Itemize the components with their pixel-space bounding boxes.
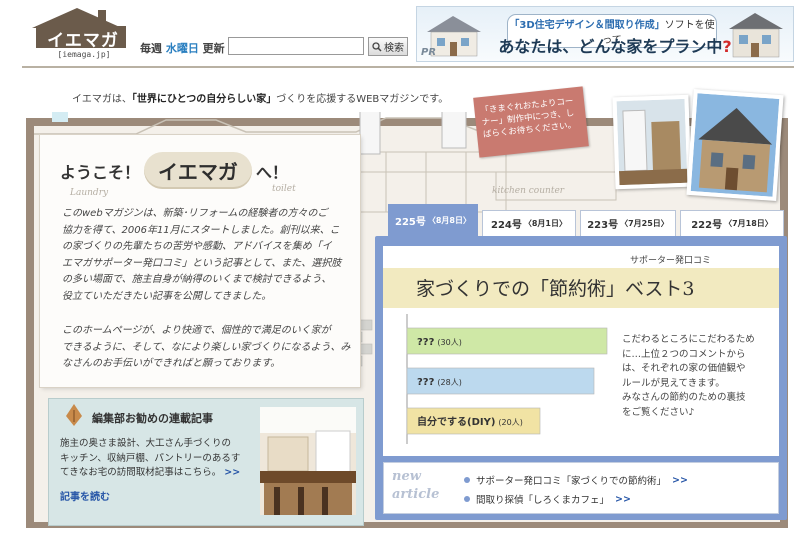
recommend-title: 編集部お勧めの連載記事 [92,412,213,425]
bar-category: ??? [417,337,435,348]
chart-bar-label: ??? (30人) [417,337,462,348]
site-header: イエマガ [iemaga.jp] 毎週 水曜日 更新 検索 PR 「3D住宅デザ… [0,0,800,68]
tab-label: 224号 [490,220,522,231]
tab-date: 〈7月25日〉 [620,219,669,228]
search-icon [372,41,382,52]
new-label-line2: article [392,487,440,502]
update-schedule: 毎週 水曜日 更新 [140,40,225,56]
deco-laundry: Laundry [70,188,109,198]
intro-line: 協力を得て、2006年11月にスタートしました。創刊以来、こ [62,224,340,236]
header-divider [22,66,794,68]
search-button-label: 検索 [384,43,404,54]
deco-kitchen: kitchen counter [492,186,565,196]
bullet-icon [464,477,470,483]
chart-bar-label: ??? (28人) [417,377,462,388]
ad-banner[interactable]: PR 「3D住宅デザイン＆間取り作成」ソフトを使って あなたは、どんな家をプラン… [416,6,794,62]
welcome-heading: ようこそ！ イエマガ へ！ [60,152,288,189]
tagline-prefix: イエマガは、 [72,94,132,105]
tab-date: 〈8月1日〉 [523,219,567,228]
tab-date: 〈8月8日〉 [427,216,471,225]
site-tagline: イエマガは、「世界にひとつの自分らしい家」づくりを応援するWEBマガジンです。 [72,90,448,105]
chart-bar [406,367,595,395]
search-button[interactable]: 検索 [368,37,408,56]
update-day: 水曜日 [165,42,199,55]
note-line: ルールが見えてきます。 [622,377,725,389]
intro-line: エマガサポーター発口コミ」という記事として、また、選択肢 [62,257,342,269]
tab-label: 225号 [394,217,426,228]
bar-category: ??? [417,377,435,388]
note-line: みなさんの節約のための裏技 [622,392,746,403]
logo-text: イエマガ [47,31,119,51]
chart-note: こだわるところにこだわるため に…上位２つのコメントから は、それぞれの家の価値… [622,333,782,420]
tab-issue-222[interactable]: 222号 〈7月18日〉 [680,210,784,236]
note-line: に…上位２つのコメントから [622,348,746,360]
intro-paragraph-2: このホームページが、より快適で、個性的で満足のいく家が できるように、そして、な… [62,323,352,373]
supporter-label: サポーター発口コミ [630,256,712,266]
recommend-line: 施主の奥さま設計、大工さん手づくりの [60,438,232,449]
intro-line: このwebマガジンは、新築･リフォームの経験者の方々のご [62,208,328,219]
recommend-line: キッチン、収納戸棚、パントリーのあるす [60,452,241,464]
pen-nib-icon [66,404,82,426]
recommend-body: 施主の奥さま設計、大工さん手づくりの キッチン、収納戸棚、パントリーのあるす て… [60,437,256,481]
feature-headline[interactable]: 家づくりでの「節約術」ベスト3 [416,274,694,301]
note-line: は、それぞれの家の価値観や [622,363,746,374]
intro-line: このホームページが、より快適で、個性的で満足のいく家が [62,325,331,336]
note-line: をご覧ください♪ [622,406,695,418]
banner-main-line: あなたは、どんな家をプラン中? [495,33,735,57]
recommend-line: てきなお宅の訪問取材記事はこちら。 [60,467,222,478]
news-item[interactable]: 間取り探偵「しろくまカフェ」 >> [464,492,631,506]
note-card: 「きまぐれおたよりコーナー」制作中につき、しばらくお待ちください。 [473,86,589,158]
bar-value-label: (20人) [498,418,522,427]
tagline-bold: 「世界にひとつの自分らしい家」 [131,94,277,105]
ranking-chart: ??? (30人)??? (28人)自分でする(DIY) (20人) [406,314,608,444]
welcome-suffix: へ！ [255,162,288,182]
welcome-prefix: ようこそ！ [60,162,141,182]
intro-line: 役立ていただきたい記事を公開してきました。 [62,290,272,302]
bullet-icon [464,496,470,502]
read-article-link[interactable]: 記事を読む [60,488,110,503]
deco-toilet: toilet [272,184,296,194]
new-article-box [383,462,779,514]
tagline-suffix: づくりを応援するWEBマガジンです。 [276,94,449,105]
site-logo[interactable]: イエマガ [iemaga.jp] [22,6,132,64]
tab-issue-224[interactable]: 224号 〈8月1日〉 [482,210,576,236]
recommend-arrow[interactable]: >> [224,467,240,478]
interior-photo-image [616,98,688,186]
tab-label: 222号 [691,220,723,231]
note-line: こだわるところにこだわるため [622,334,755,345]
update-suffix: 更新 [198,42,225,55]
intro-line: の家づくりの先輩たちの苦労や感動、アドバイスを集め「イ [62,241,332,252]
bar-value-label: (30人) [437,338,461,347]
news-item-arrow: >> [672,474,688,486]
news-item-text: サポーター発口コミ「家づくりでの節約術」 [476,476,667,487]
tab-issue-223[interactable]: 223号 〈7月25日〉 [580,210,676,236]
tab-date: 〈7月18日〉 [724,219,773,228]
bar-value-label: (28人) [437,378,461,387]
photo-exterior [686,88,784,202]
intro-line: の多い場面で、施主自身が納得のいくまで検討できるよう、 [62,274,332,285]
logo-url: [iemaga.jp] [57,50,111,59]
new-article-label: new article [392,468,439,504]
welcome-name-pill: イエマガ [144,152,252,189]
recommend-photo[interactable] [260,407,356,515]
tab-issue-225[interactable]: 225号 〈8月8日〉 [388,204,478,236]
intro-paragraph-1: このwebマガジンは、新築･リフォームの経験者の方々のご 協力を得て、2006年… [62,206,352,305]
banner-highlight: 「3D住宅デザイン＆間取り作成」 [509,20,665,31]
intro-line: できるように、そして、なにより楽しい家づくりになるよう、み [62,341,351,353]
update-prefix: 毎週 [140,42,166,55]
pr-label: PR [421,47,437,58]
tab-label: 223号 [587,220,619,231]
intro-line: なさんのお手伝いができればと願っております。 [62,358,281,369]
banner-main-text: あなたは、どんな家をプラン中 [498,37,723,56]
news-item-arrow: >> [615,493,631,505]
news-item-text: 間取り探偵「しろくまカフェ」 [476,495,610,506]
exterior-photo-image [690,93,780,197]
house-model-icon [729,13,783,58]
bar-category: 自分でする(DIY) [417,415,495,428]
news-item[interactable]: サポーター発口コミ「家づくりでの節約術」 >> [464,473,688,487]
search-input[interactable] [228,37,364,55]
photo-interior [612,94,692,190]
kitchen-photo-image [260,407,356,515]
new-label-line1: new [392,469,421,484]
